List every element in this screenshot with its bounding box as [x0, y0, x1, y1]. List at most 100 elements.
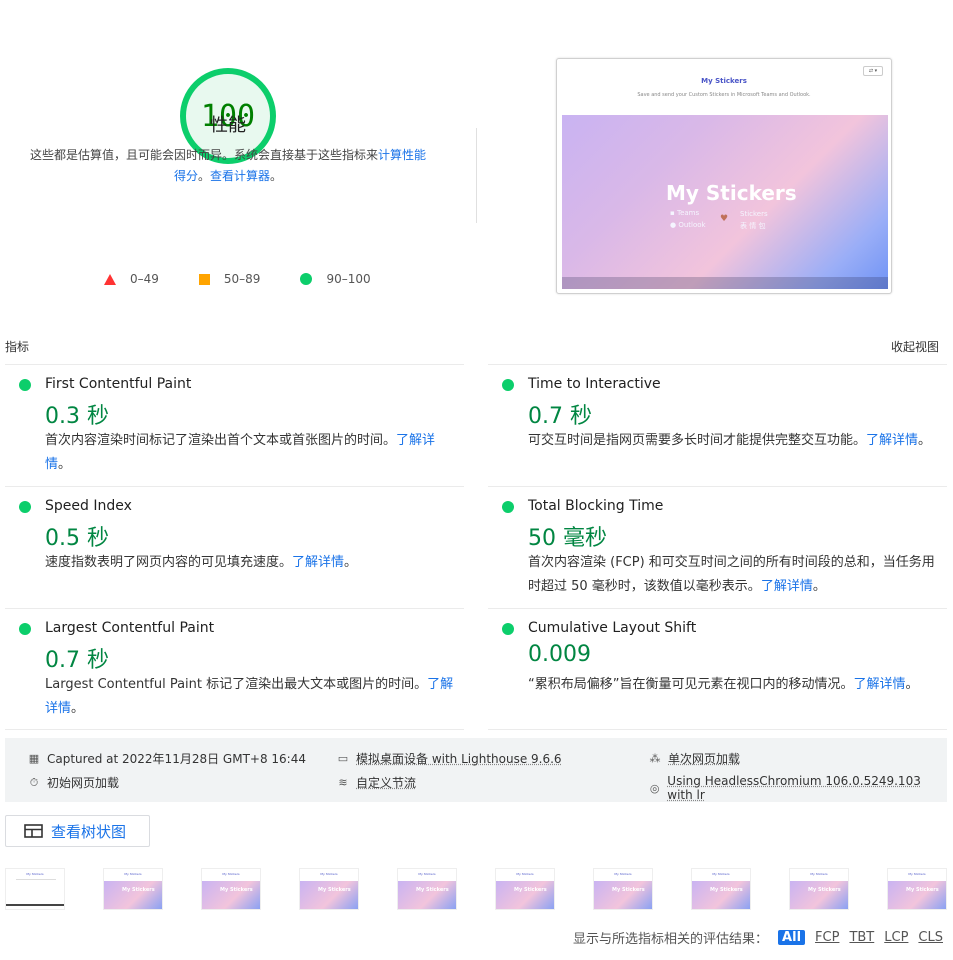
frame-bar	[6, 904, 64, 906]
pass-icon	[502, 623, 514, 635]
metric-lcp: Largest Contentful Paint 0.7 秒 Largest C…	[5, 608, 464, 730]
filmstrip-frame: My Stickers My Stickers	[691, 868, 751, 910]
view-calculator-link[interactable]: 查看计算器	[210, 169, 270, 183]
collapse-view-toggle[interactable]: 收起视图	[891, 338, 939, 355]
frame-hero	[300, 881, 358, 909]
metric-value: 0.3 秒	[45, 404, 109, 429]
frame-title: My Stickers	[908, 872, 926, 876]
device-text: 模拟桌面设备 with Lighthouse 9.6.6	[356, 752, 562, 766]
metric-title: Cumulative Layout Shift	[528, 620, 697, 636]
score-desc-sep: 。	[197, 169, 210, 183]
metric-desc-text: 首次内容渲染 (FCP) 和可交互时间之间的所有时间段的总和，当任务用时超过 5…	[528, 555, 935, 594]
frame-title: My Stickers	[614, 872, 632, 876]
hero-stickers: Stickers	[740, 210, 768, 218]
frame-hero	[104, 881, 162, 909]
metric-desc-end: 。	[918, 433, 932, 448]
info-throttling[interactable]: ≋ 自定义节流	[336, 774, 416, 791]
metric-desc-text: 首次内容渲染时间标记了渲染出首个文本或首张图片的时间。	[45, 433, 397, 448]
filmstrip-frame: My Stickers My Stickers	[593, 868, 653, 910]
frame-hero-title: My Stickers	[220, 887, 253, 893]
pass-icon	[502, 379, 514, 391]
frame-hero-title: My Stickers	[318, 887, 351, 893]
learn-more-link[interactable]: 了解详情	[866, 433, 918, 448]
filter-chip-all[interactable]: All	[778, 930, 806, 945]
metric-desc-text: 可交互时间是指网页需要多长时间才能提供完整交互功能。	[528, 433, 867, 448]
metric-title: Speed Index	[45, 498, 132, 514]
filmstrip-frame: My Stickers My Stickers	[887, 868, 947, 910]
score-desc-text: 这些都是估算值，且可能会因时而异。系统会直接基于这些指标来	[29, 148, 378, 162]
screenshot-site-subtitle: Save and send your Custom Stickers in Mi…	[637, 92, 811, 98]
legend-fail: 0–49	[104, 272, 159, 286]
metric-divider	[5, 729, 464, 730]
score-description: 这些都是估算值，且可能会因时而异。系统会直接基于这些指标来计算性能得分。查看计算…	[26, 145, 430, 187]
hero-title: My Stickers	[666, 181, 797, 205]
filmstrip-frame: My Stickers My Stickers	[789, 868, 849, 910]
chrome-icon: ◎	[649, 781, 660, 795]
info-initial-load: ⏱ 初始网页加载	[27, 774, 119, 791]
info-device[interactable]: ▭ 模拟桌面设备 with Lighthouse 9.6.6	[336, 750, 562, 767]
run-info-bar: ▦ Captured at 2022年11月28日 GMT+8 16:44 ⏱ …	[5, 738, 947, 802]
learn-more-link[interactable]: 了解详情	[292, 555, 344, 570]
pass-icon	[19, 623, 31, 635]
metric-desc-end: 。	[812, 579, 826, 594]
learn-more-link[interactable]: 了解详情	[853, 677, 905, 692]
frame-title: My Stickers	[320, 872, 338, 876]
metric-fcp: First Contentful Paint 0.3 秒 首次内容渲染时间标记了…	[5, 364, 464, 486]
frame-hero-title: My Stickers	[416, 887, 449, 893]
frame-hero-title: My Stickers	[710, 887, 743, 893]
filter-chip-cls[interactable]: CLS	[918, 930, 943, 945]
metric-value: 0.7 秒	[45, 648, 109, 673]
filmstrip-frame: My Stickers My Stickers	[397, 868, 457, 910]
metric-desc-text: “累积布局偏移”旨在衡量可见元素在视口内的移动情况。	[528, 677, 854, 692]
initial-load-text: 初始网页加载	[47, 776, 120, 790]
filmstrip-frame: My Stickers	[5, 868, 65, 910]
metric-desc-end: 。	[71, 701, 85, 716]
screenshot-menu-icon: ⇄ ▾	[863, 66, 883, 76]
frame-title: My Stickers	[418, 872, 436, 876]
metric-desc-text: Largest Contentful Paint 标记了渲染出最大文本或图片的时…	[45, 677, 428, 692]
single-load-text: 单次网页加载	[668, 752, 741, 766]
metric-desc-end: 。	[905, 677, 919, 692]
info-browser[interactable]: ◎ Using HeadlessChromium 106.0.5249.103 …	[648, 774, 947, 802]
metric-value: 0.5 秒	[45, 526, 109, 551]
metric-si: Speed Index 0.5 秒 速度指数表明了网页内容的可见填充速度。了解详…	[5, 486, 464, 608]
final-screenshot[interactable]: ⇄ ▾ My Stickers Save and send your Custo…	[556, 58, 892, 294]
frame-hero-title: My Stickers	[514, 887, 547, 893]
score-desc-end: 。	[270, 169, 283, 183]
legend-pass-label: 90–100	[326, 272, 371, 286]
metric-description: “累积布局偏移”旨在衡量可见元素在视口内的移动情况。了解详情。	[528, 673, 940, 697]
orange-square-icon	[198, 273, 210, 285]
frame-hero	[790, 881, 848, 909]
score-legend: 0–49 50–89 90–100	[104, 272, 411, 286]
green-circle-icon	[300, 273, 313, 285]
frame-title: My Stickers	[26, 872, 44, 876]
timer-icon: ⏱	[29, 775, 39, 789]
hero-teams-label: Teams	[676, 209, 700, 217]
metric-title: First Contentful Paint	[45, 376, 192, 392]
info-captured: ▦ Captured at 2022年11月28日 GMT+8 16:44	[27, 750, 306, 767]
frame-title: My Stickers	[516, 872, 534, 876]
legend-average: 50–89	[198, 272, 260, 286]
filter-chip-tbt[interactable]: TBT	[849, 930, 874, 945]
screenshot-hero: My Stickers ▪ Teams ● Outlook ♥ Stickers…	[562, 115, 888, 289]
metric-description: 可交互时间是指网页需要多长时间才能提供完整交互功能。了解详情。	[528, 429, 940, 453]
frame-hero	[594, 881, 652, 909]
legend-pass: 90–100	[300, 272, 371, 286]
frame-hero-title: My Stickers	[612, 887, 645, 893]
browser-text: Using HeadlessChromium 106.0.5249.103 wi…	[667, 774, 921, 802]
frame-hero-title: My Stickers	[808, 887, 841, 893]
metric-tti: Time to Interactive 0.7 秒 可交互时间是指网页需要多长时…	[488, 364, 947, 486]
filter-chip-fcp[interactable]: FCP	[815, 930, 839, 945]
filter-chip-lcp[interactable]: LCP	[884, 930, 908, 945]
metric-desc-end: 。	[344, 555, 358, 570]
frame-line	[16, 879, 56, 880]
hero-outlook: ● Outlook	[670, 221, 706, 229]
throttling-text: 自定义节流	[356, 776, 417, 790]
view-treemap-button[interactable]: 查看树状图	[5, 815, 150, 847]
filmstrip-frame: My Stickers My Stickers	[495, 868, 555, 910]
learn-more-link[interactable]: 了解详情	[761, 579, 813, 594]
metric-desc-end: 。	[58, 457, 72, 472]
metric-description: 首次内容渲染时间标记了渲染出首个文本或首张图片的时间。了解详情。	[45, 429, 457, 477]
calendar-icon: ▦	[28, 752, 40, 765]
info-single-load[interactable]: ⁂ 单次网页加载	[648, 750, 741, 767]
